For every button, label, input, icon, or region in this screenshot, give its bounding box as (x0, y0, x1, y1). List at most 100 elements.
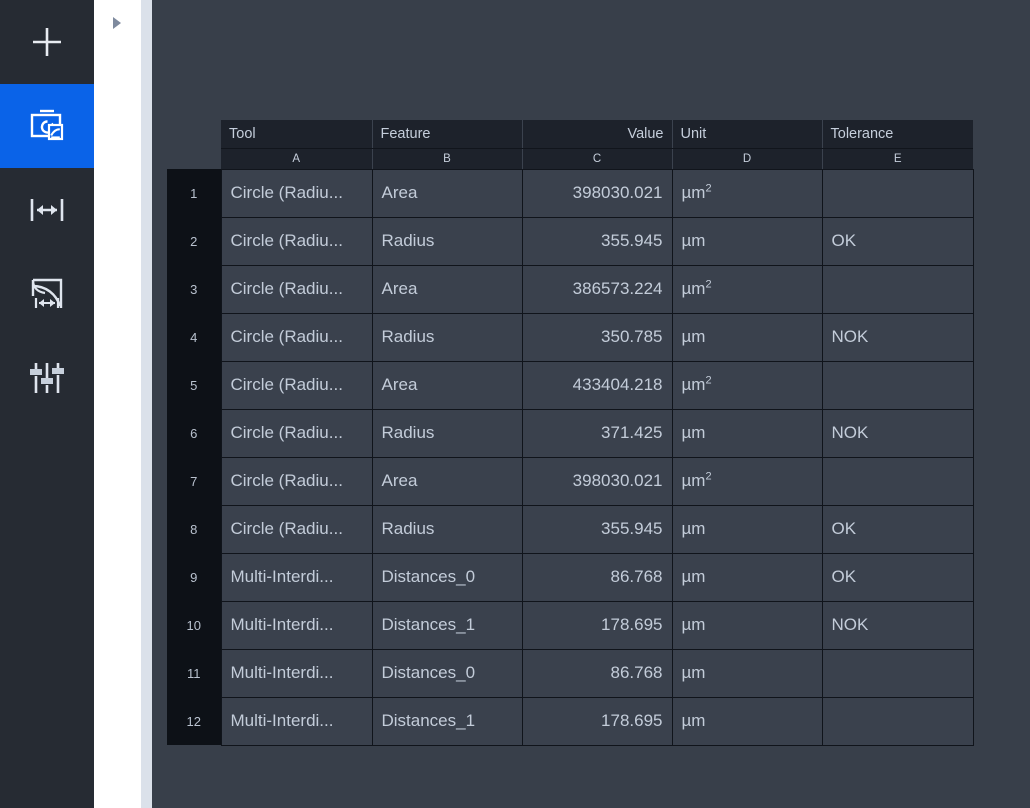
cell-value[interactable]: 178.695 (522, 601, 673, 650)
row-number-header[interactable]: 12 (167, 697, 222, 745)
table-row[interactable]: 10 Multi-Interdi... Distances_1 178.695 µm NO… (167, 601, 974, 650)
row-number-header[interactable]: 5 (167, 361, 222, 409)
cell-unit[interactable]: µm (672, 505, 823, 554)
column-header-value[interactable]: Value (522, 120, 673, 149)
grid-corner-letters[interactable] (167, 148, 221, 169)
cell-unit[interactable]: µm (672, 553, 823, 602)
table-row[interactable]: 4 Circle (Radiu... Radius 350.785 µm NOK (167, 313, 974, 362)
cell-tool[interactable]: Multi-Interdi... (221, 649, 373, 698)
cell-tolerance[interactable] (822, 168, 974, 218)
cell-value[interactable]: 398030.021 (522, 168, 673, 218)
cell-feature[interactable]: Radius (372, 217, 523, 266)
cell-feature[interactable]: Distances_1 (372, 601, 523, 650)
table-row[interactable]: 5 Circle (Radiu... Area 433404.218 µm2 (167, 361, 974, 410)
cell-tool[interactable]: Multi-Interdi... (221, 601, 373, 650)
cell-tool[interactable]: Circle (Radiu... (221, 409, 373, 458)
cell-unit[interactable]: µm (672, 601, 823, 650)
cell-feature[interactable]: Distances_0 (372, 649, 523, 698)
row-number-header[interactable]: 11 (167, 649, 222, 697)
row-number-header[interactable]: 9 (167, 553, 222, 601)
table-row[interactable]: 7 Circle (Radiu... Area 398030.021 µm2 (167, 457, 974, 506)
cell-tolerance[interactable]: OK (822, 505, 974, 554)
cell-value[interactable]: 86.768 (522, 553, 673, 602)
cell-tolerance[interactable]: OK (822, 553, 974, 602)
cell-unit[interactable]: µm (672, 697, 823, 746)
table-row[interactable]: 11 Multi-Interdi... Distances_0 86.768 µm (167, 649, 974, 698)
table-row[interactable]: 9 Multi-Interdi... Distances_0 86.768 µm OK (167, 553, 974, 602)
column-header-tool[interactable]: Tool (221, 120, 373, 149)
row-number-header[interactable]: 1 (167, 169, 222, 217)
cell-tolerance[interactable] (822, 361, 974, 410)
cell-value[interactable]: 178.695 (522, 697, 673, 746)
cell-unit[interactable]: µm2 (672, 265, 823, 314)
cell-unit[interactable]: µm2 (672, 168, 823, 218)
cell-feature[interactable]: Radius (372, 505, 523, 554)
row-number-header[interactable]: 4 (167, 313, 222, 361)
sidebar-item-add-tool[interactable] (0, 0, 94, 84)
cell-tolerance[interactable]: NOK (822, 409, 974, 458)
cell-feature[interactable]: Radius (372, 313, 523, 362)
cell-tool[interactable]: Circle (Radiu... (221, 217, 373, 266)
cell-unit[interactable]: µm (672, 409, 823, 458)
cell-tool[interactable]: Circle (Radiu... (221, 168, 373, 218)
cell-tool[interactable]: Multi-Interdi... (221, 697, 373, 746)
cell-unit[interactable]: µm (672, 313, 823, 362)
cell-unit[interactable]: µm2 (672, 457, 823, 506)
cell-feature[interactable]: Radius (372, 409, 523, 458)
row-number-header[interactable]: 3 (167, 265, 222, 313)
cell-tolerance[interactable] (822, 697, 974, 746)
panel-expand-button[interactable] (111, 16, 123, 30)
cell-tool[interactable]: Circle (Radiu... (221, 457, 373, 506)
cell-unit[interactable]: µm2 (672, 361, 823, 410)
cell-unit[interactable]: µm (672, 217, 823, 266)
cell-value[interactable]: 350.785 (522, 313, 673, 362)
cell-value[interactable]: 386573.224 (522, 265, 673, 314)
table-row[interactable]: 6 Circle (Radiu... Radius 371.425 µm NOK (167, 409, 974, 458)
cell-feature[interactable]: Area (372, 457, 523, 506)
column-letter-c[interactable]: C (522, 148, 673, 170)
cell-feature[interactable]: Distances_1 (372, 697, 523, 746)
cell-value[interactable]: 371.425 (522, 409, 673, 458)
table-row[interactable]: 3 Circle (Radiu... Area 386573.224 µm2 (167, 265, 974, 314)
cell-value[interactable]: 398030.021 (522, 457, 673, 506)
cell-tool[interactable]: Circle (Radiu... (221, 361, 373, 410)
row-number-header[interactable]: 2 (167, 217, 222, 265)
row-number-header[interactable]: 7 (167, 457, 222, 505)
cell-tolerance[interactable]: OK (822, 217, 974, 266)
row-number-header[interactable]: 10 (167, 601, 222, 649)
column-header-feature[interactable]: Feature (372, 120, 523, 149)
row-number-header[interactable]: 6 (167, 409, 222, 457)
column-letter-d[interactable]: D (672, 148, 823, 170)
cell-value[interactable]: 433404.218 (522, 361, 673, 410)
cell-tolerance[interactable] (822, 457, 974, 506)
cell-feature[interactable]: Area (372, 168, 523, 218)
cell-tool[interactable]: Circle (Radiu... (221, 505, 373, 554)
table-row[interactable]: 1 Circle (Radiu... Area 398030.021 µm2 (167, 168, 974, 218)
cell-value[interactable]: 355.945 (522, 217, 673, 266)
cell-tolerance[interactable] (822, 649, 974, 698)
cell-value[interactable]: 355.945 (522, 505, 673, 554)
cell-value[interactable]: 86.768 (522, 649, 673, 698)
cell-tolerance[interactable] (822, 265, 974, 314)
column-letter-e[interactable]: E (822, 148, 973, 170)
sidebar-item-settings-tool[interactable] (0, 336, 94, 420)
cell-tool[interactable]: Circle (Radiu... (221, 265, 373, 314)
column-letter-b[interactable]: B (372, 148, 523, 170)
sidebar-item-distance-tool[interactable] (0, 168, 94, 252)
column-letter-a[interactable]: A (221, 148, 373, 170)
table-row[interactable]: 2 Circle (Radiu... Radius 355.945 µm OK (167, 217, 974, 266)
cell-tool[interactable]: Multi-Interdi... (221, 553, 373, 602)
table-row[interactable]: 8 Circle (Radiu... Radius 355.945 µm OK (167, 505, 974, 554)
column-header-unit[interactable]: Unit (672, 120, 823, 149)
table-row[interactable]: 12 Multi-Interdi... Distances_1 178.695 µm (167, 697, 974, 746)
row-number-header[interactable]: 8 (167, 505, 222, 553)
cell-feature[interactable]: Area (372, 265, 523, 314)
cell-feature[interactable]: Distances_0 (372, 553, 523, 602)
cell-feature[interactable]: Area (372, 361, 523, 410)
cell-tool[interactable]: Circle (Radiu... (221, 313, 373, 362)
column-header-tolerance[interactable]: Tolerance (822, 120, 973, 149)
sidebar-item-area-distance-tool[interactable] (0, 252, 94, 336)
cell-tolerance[interactable]: NOK (822, 601, 974, 650)
panel-resize-handle[interactable] (141, 0, 152, 808)
cell-tolerance[interactable]: NOK (822, 313, 974, 362)
